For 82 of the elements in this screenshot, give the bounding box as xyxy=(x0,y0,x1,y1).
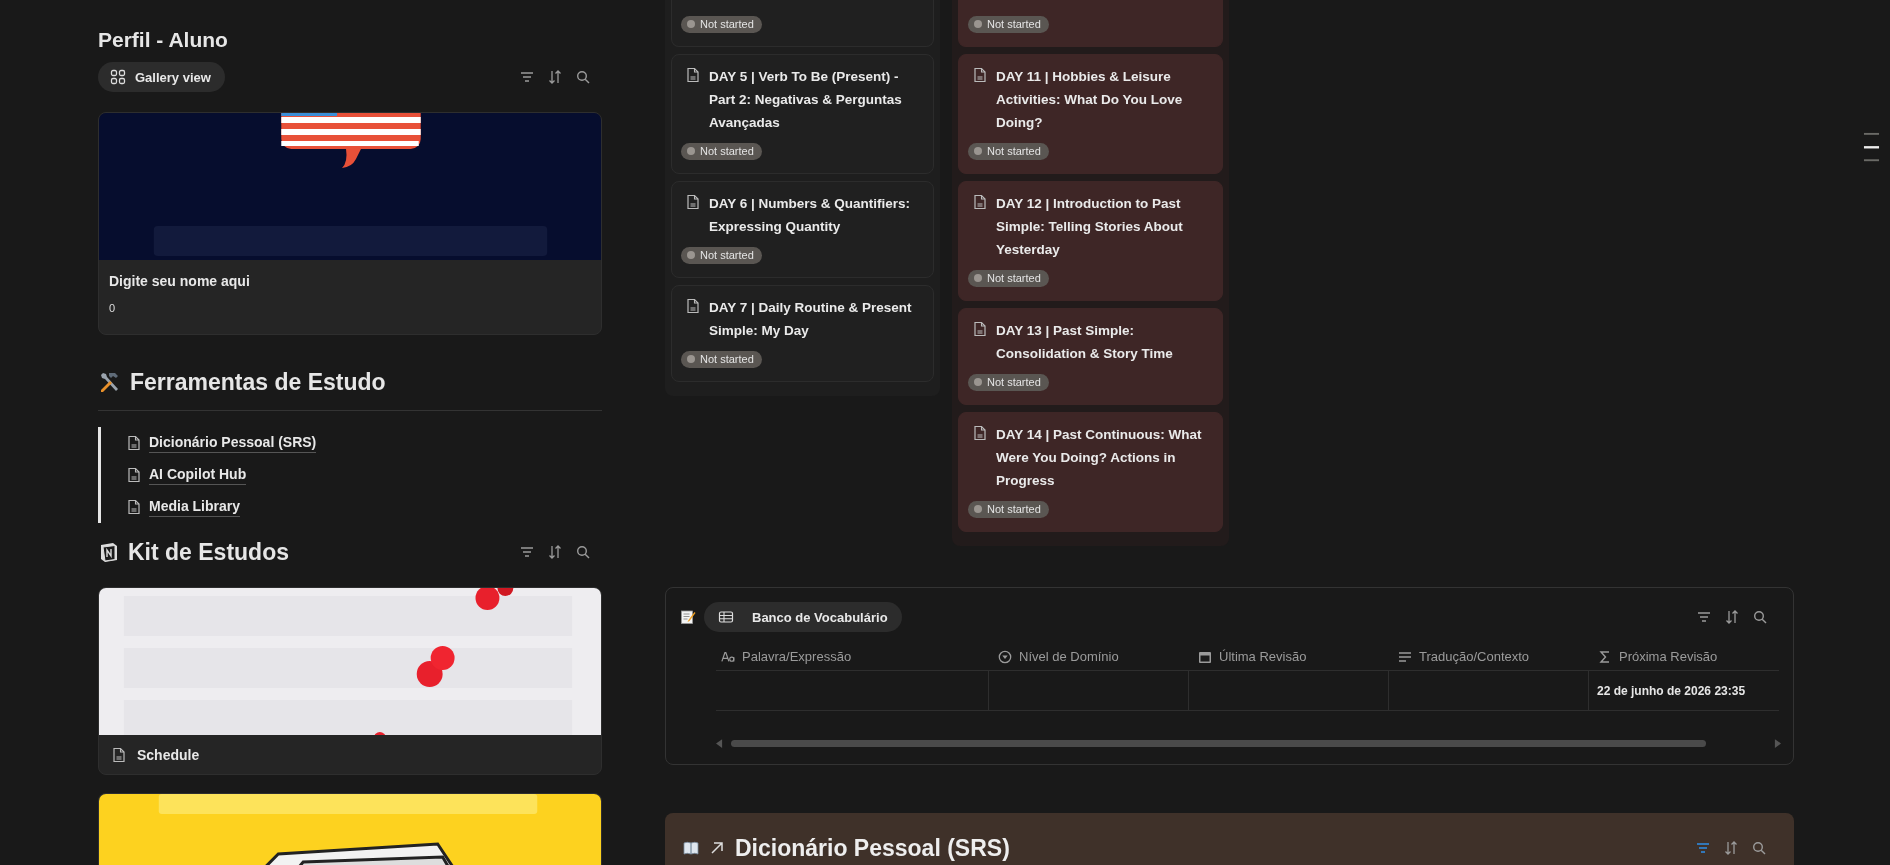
page-icon xyxy=(126,467,142,483)
select-icon xyxy=(998,649,1012,664)
card-title: DAY 14 | Past Continuous: What Were You Doing? Actions in Progress xyxy=(996,425,1203,490)
grid-icon xyxy=(110,69,126,85)
page-icon xyxy=(685,297,701,314)
sort-icon[interactable] xyxy=(548,545,562,559)
view-tab[interactable]: Gallery view xyxy=(98,62,225,92)
filter-icon[interactable] xyxy=(520,545,534,559)
table-cell: 22 de junho de 2026 23:35 xyxy=(1597,683,1746,698)
board-card[interactable]: Not started xyxy=(671,0,934,47)
board-card[interactable]: DAY 7 | Daily Routine & Present Simple: My Day Not started xyxy=(671,284,934,382)
status-tag: Not started xyxy=(968,142,1049,160)
status-tag: Not started xyxy=(968,373,1049,391)
board-card[interactable]: DAY 5 | Verb To Be (Present) - Part 2: Negativas & Perguntas Avançadas Not started xyxy=(671,53,934,174)
status-tag: Not started xyxy=(681,246,762,264)
column-header[interactable]: Próxima Revisão xyxy=(1588,643,1758,670)
page-icon xyxy=(126,435,142,451)
card-value: 0 xyxy=(109,302,117,314)
column-header[interactable]: Tradução/Contexto xyxy=(1388,643,1588,670)
text-type-icon xyxy=(721,649,735,664)
scrollbar[interactable] xyxy=(716,737,1781,749)
column-header[interactable]: Nível de Domínio xyxy=(988,643,1188,670)
card-title: DAY 5 | Verb To Be (Present) - Part 2: Negativas & Perguntas Avançadas xyxy=(709,67,903,132)
page-title: Perfil - Aluno xyxy=(98,27,229,53)
page-icon xyxy=(685,193,701,210)
scroll-right-icon[interactable] xyxy=(1774,738,1781,748)
column-header[interactable]: Palavra/Expressão xyxy=(716,643,988,670)
page-link[interactable]: Media Library xyxy=(126,497,241,517)
calendar-icon xyxy=(1198,649,1212,664)
sort-icon[interactable] xyxy=(1725,610,1739,624)
search-icon[interactable] xyxy=(576,545,590,559)
status-tag: Not started xyxy=(968,500,1049,518)
page-icon xyxy=(111,746,127,763)
section-heading: Ferramentas de Estudo xyxy=(130,368,386,396)
column-header[interactable]: Última Revisão xyxy=(1188,643,1388,670)
page-icon xyxy=(972,424,988,441)
board-card[interactable]: Not started xyxy=(958,0,1223,47)
scroll-left-icon[interactable] xyxy=(716,738,723,748)
page-icon xyxy=(972,193,988,210)
page-icon xyxy=(126,499,142,515)
sort-icon[interactable] xyxy=(1724,841,1738,855)
lines-icon xyxy=(1398,649,1412,664)
status-tag: Not started xyxy=(681,350,762,368)
card-title: DAY 12 | Introduction to Past Simple: Telling Stories About Yesterday xyxy=(996,194,1184,259)
book-icon xyxy=(683,840,699,856)
status-tag: Not started xyxy=(968,269,1049,287)
card-title: DAY 7 | Daily Routine & Present Simple: My Day xyxy=(709,298,913,340)
page-icon xyxy=(972,320,988,337)
page-icon xyxy=(685,66,701,83)
page-icon xyxy=(972,66,988,83)
status-tag: Not started xyxy=(968,15,1049,33)
filter-icon[interactable] xyxy=(1697,610,1711,624)
section-heading: Kit de Estudos xyxy=(128,538,289,566)
page-link[interactable]: Dicionário Pessoal (SRS) xyxy=(126,433,317,453)
search-icon[interactable] xyxy=(576,70,590,84)
board-card[interactable]: DAY 13 | Past Simple: Consolidation & Story Time Not started xyxy=(958,307,1223,405)
filter-icon[interactable] xyxy=(520,70,534,84)
table-icon xyxy=(718,609,734,625)
card-title: DAY 6 | Numbers & Quantifiers: Expressing Quantity xyxy=(709,194,912,236)
board-card[interactable]: DAY 14 | Past Continuous: What Were You Doing? Actions in Progress Not started xyxy=(958,411,1223,532)
card-title: Schedule xyxy=(137,745,200,764)
memo-icon xyxy=(680,609,696,625)
page-link[interactable]: AI Copilot Hub xyxy=(126,465,247,485)
cube-icon xyxy=(98,541,120,563)
search-icon[interactable] xyxy=(1752,841,1766,855)
card-title: DAY 13 | Past Simple: Consolidation & Story Time xyxy=(996,321,1174,363)
database-title[interactable]: Dicionário Pessoal (SRS) xyxy=(735,834,1010,862)
status-tag: Not started xyxy=(681,15,762,33)
gallery-card[interactable]: Digite seu nome aqui 0 xyxy=(98,112,602,335)
card-title: Digite seu nome aqui xyxy=(109,272,251,290)
board-card[interactable]: DAY 11 | Hobbies & Leisure Activities: What Do You Love Doing? Not started xyxy=(958,53,1223,174)
status-tag: Not started xyxy=(681,142,762,160)
filter-icon[interactable] xyxy=(1696,841,1710,855)
sigma-icon xyxy=(1598,649,1612,664)
search-icon[interactable] xyxy=(1753,610,1767,624)
card-title: DAY 11 | Hobbies & Leisure Activities: What Do You Love Doing? xyxy=(996,67,1184,132)
board-card[interactable]: DAY 12 | Introduction to Past Simple: Telling Stories About Yesterday Not started xyxy=(958,180,1223,301)
gallery-card[interactable]: Schedule xyxy=(98,587,602,775)
sort-icon[interactable] xyxy=(548,70,562,84)
outline-indicator[interactable] xyxy=(1863,132,1880,164)
view-tab[interactable]: Banco de Vocabulário xyxy=(704,602,902,632)
board-card[interactable]: DAY 6 | Numbers & Quantifiers: Expressing Quantity Not started xyxy=(671,180,934,278)
